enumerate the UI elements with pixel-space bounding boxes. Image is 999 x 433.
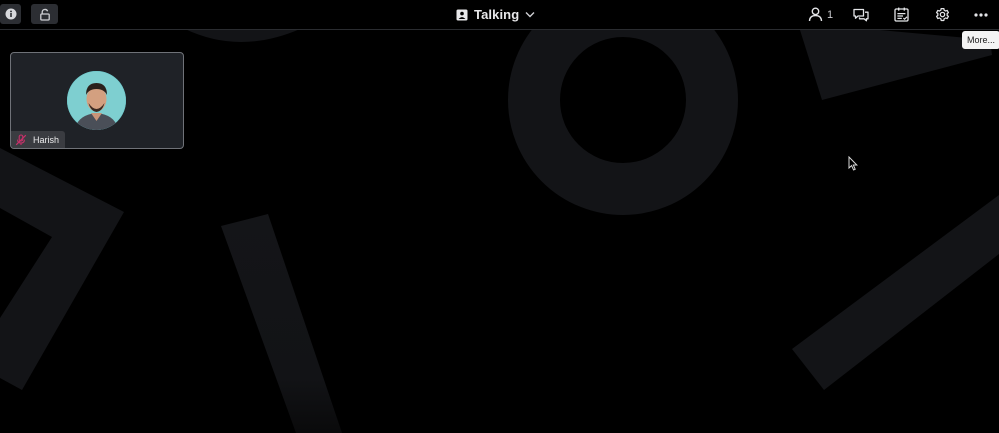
more-button[interactable] [969,4,993,25]
participants-button[interactable]: 1 [808,4,836,25]
person-icon [808,7,823,22]
more-horizontal-icon [974,12,988,17]
checklist-icon [893,7,909,22]
bg-arc-top [185,29,300,42]
lock-icon [39,8,50,21]
bg-chevron-left [0,148,124,390]
info-icon [5,8,16,20]
participant-count: 1 [827,8,834,21]
more-tooltip: More... [962,31,999,49]
avatar [67,71,126,130]
participant-tile[interactable]: Harish [10,52,184,149]
bg-ring [508,0,738,215]
chat-icon [853,8,869,21]
bg-bar-diagonal [221,214,342,433]
polls-button[interactable] [889,4,913,25]
gear-icon [935,7,949,22]
view-title-dropdown[interactable]: Talking [456,3,535,26]
mouse-cursor-icon [848,156,858,171]
chat-button[interactable] [849,4,873,25]
bg-bar-right [792,195,999,390]
microphone-off-icon [15,133,27,145]
top-toolbar: Talking 1 [0,0,999,30]
chevron-down-icon [525,12,535,18]
presentation-icon [456,9,468,20]
info-button[interactable] [0,4,21,24]
participant-nametag: Harish [11,131,66,148]
lock-button[interactable] [31,4,58,24]
meeting-stage: Talking 1 More... Harish [0,0,999,433]
view-title: Talking [474,7,520,22]
participant-name: Harish [33,134,60,145]
settings-button[interactable] [930,4,954,25]
